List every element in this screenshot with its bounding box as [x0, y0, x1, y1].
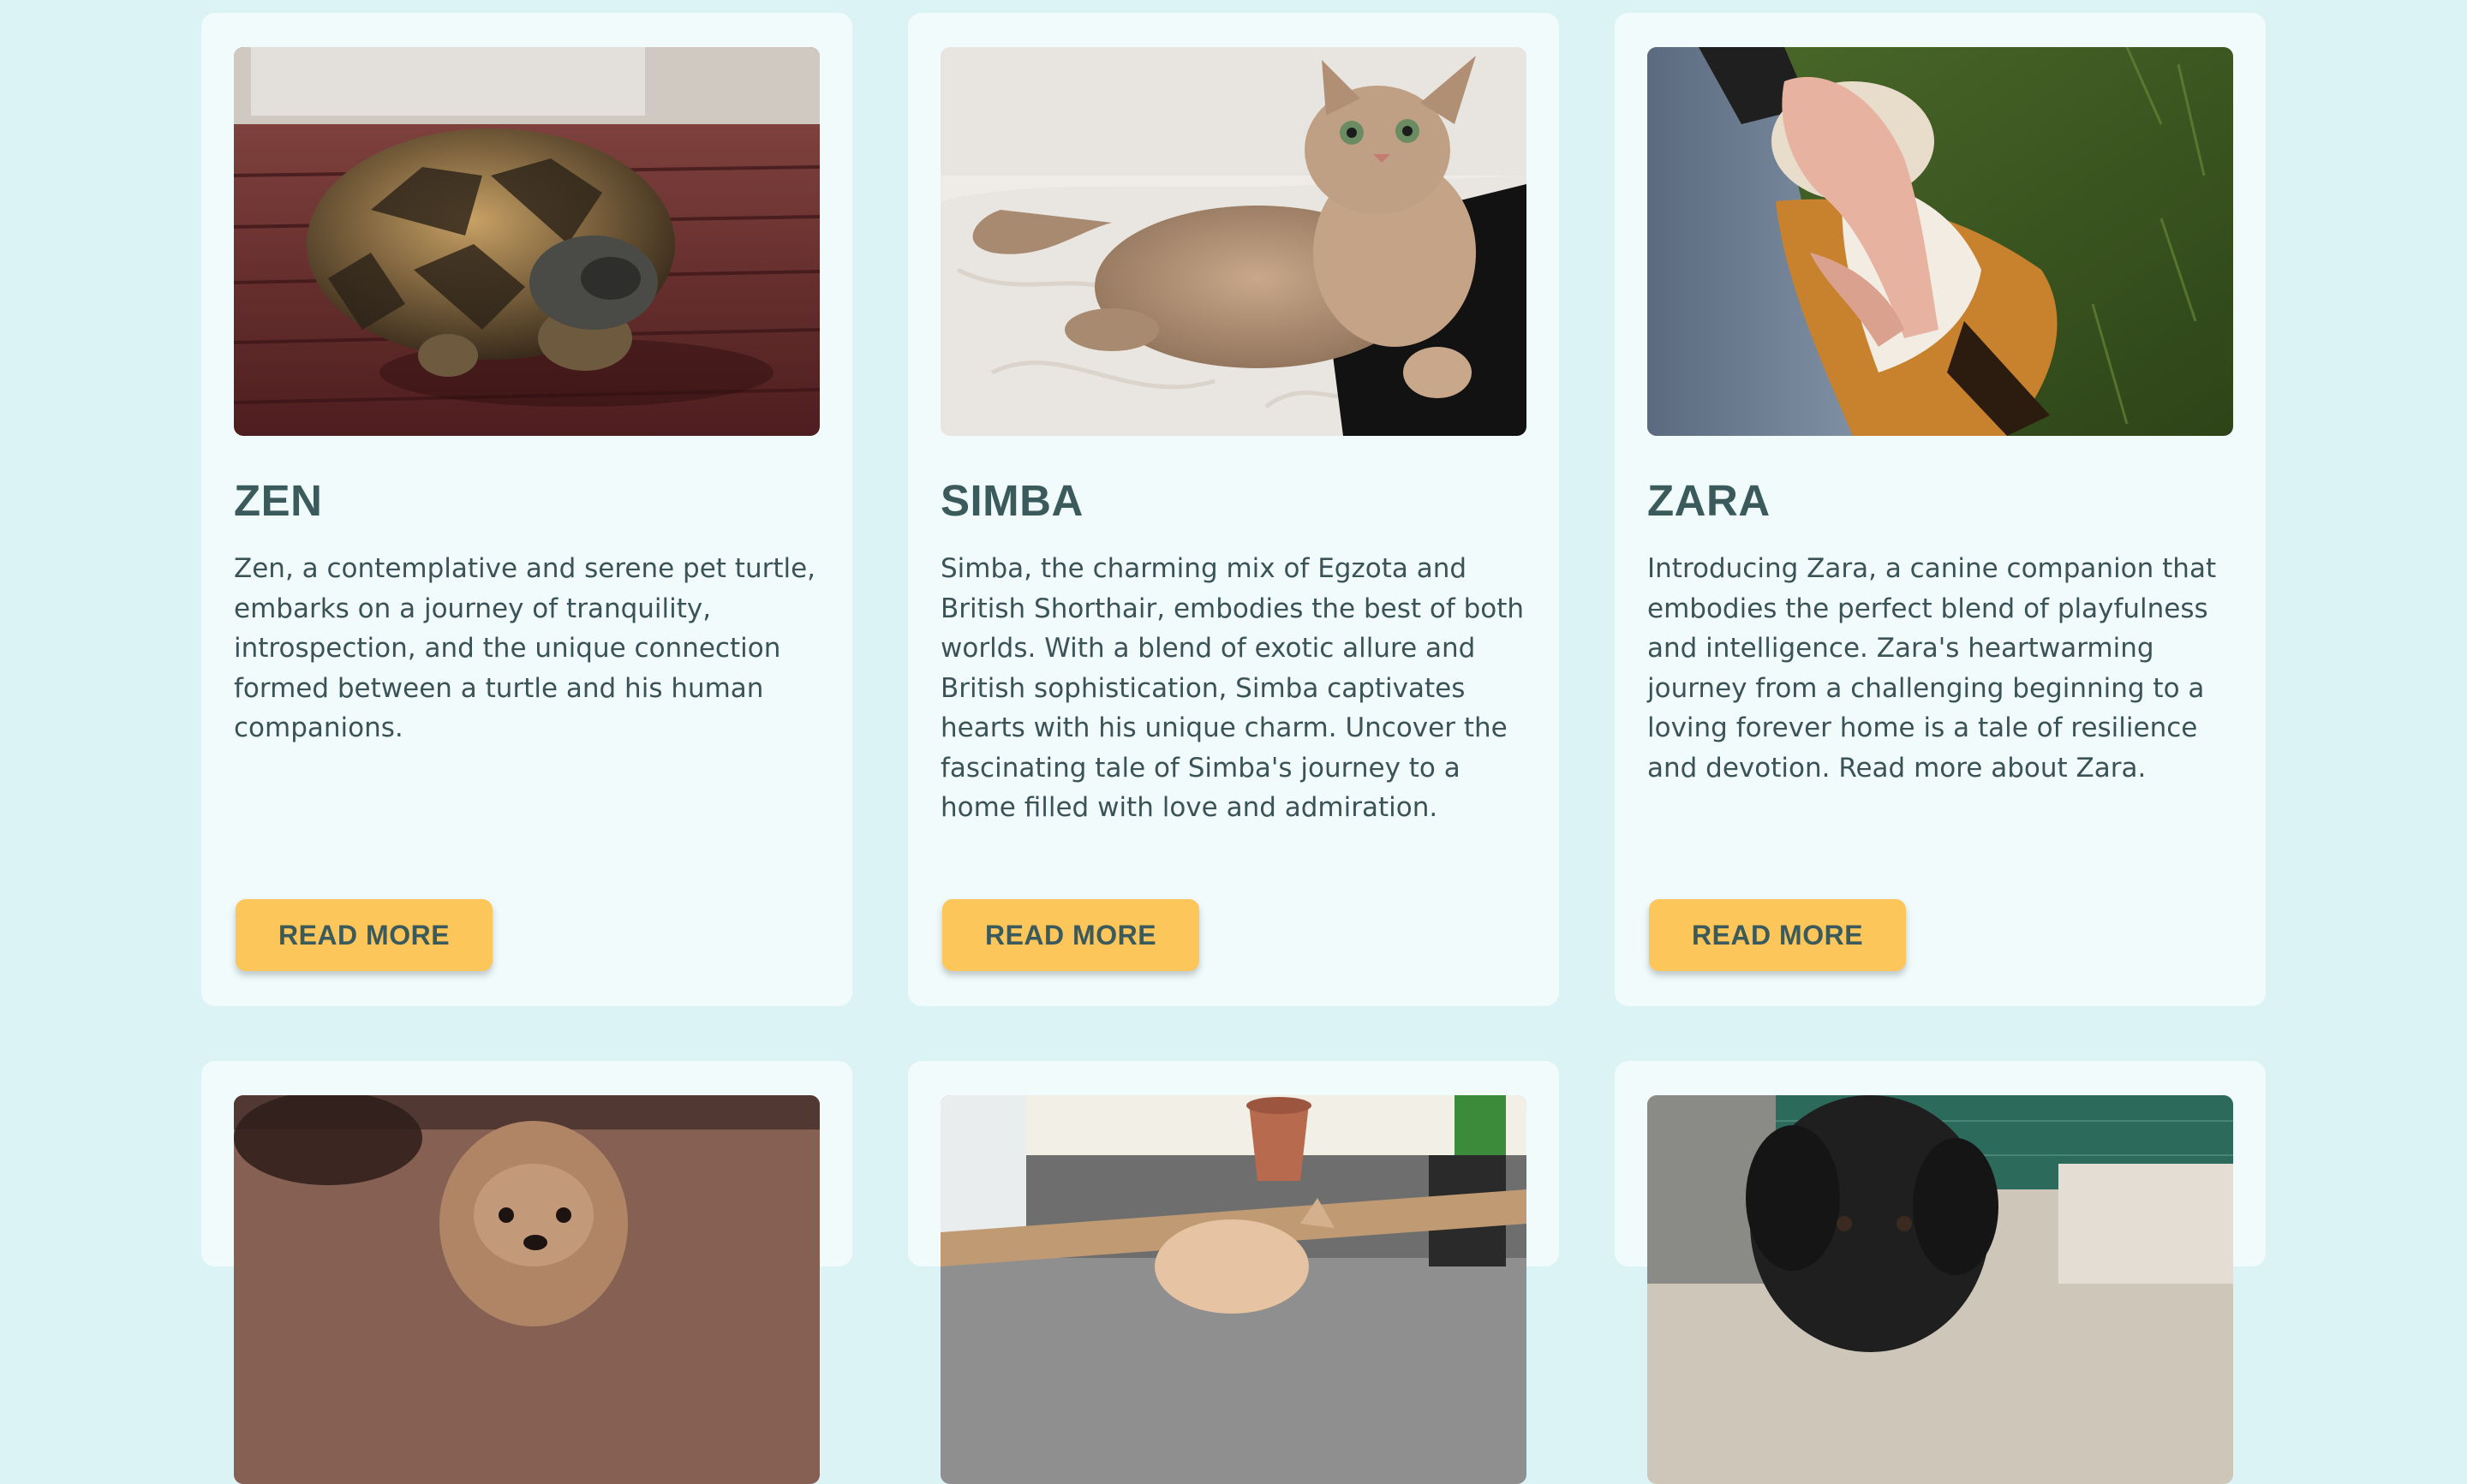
pet-photo-cat: [941, 47, 1526, 436]
pet-card-grid: ZEN Zen, a contemplative and serene pet …: [201, 13, 2266, 1484]
pet-photo-dog: [1647, 47, 2233, 436]
pet-card-zen: ZEN Zen, a contemplative and serene pet …: [201, 13, 852, 1006]
pet-card-simba: SIMBA Simba, the charming mix of Egzota …: [908, 13, 1559, 1006]
pet-description: Introducing Zara, a canine companion tha…: [1647, 553, 2217, 784]
read-more-button[interactable]: READ MORE: [942, 899, 1199, 971]
read-more-button[interactable]: READ MORE: [1649, 899, 1906, 971]
pet-card-partial: [201, 1061, 852, 1484]
pet-photo-fluffy-dog: [234, 1095, 820, 1484]
pet-photo-black-puppy: [1647, 1095, 2233, 1484]
pet-card-partial: [908, 1061, 1559, 1484]
pet-description: Simba, the charming mix of Egzota and Br…: [941, 553, 1525, 823]
read-more-button[interactable]: READ MORE: [236, 899, 493, 971]
pet-name: ZARA: [1647, 476, 1771, 525]
pet-card-zara: ZARA Introducing Zara, a canine companio…: [1615, 13, 2266, 1006]
pet-name: ZEN: [234, 476, 323, 525]
pet-photo-turtle: [234, 47, 820, 436]
pet-card-partial: [1615, 1061, 2266, 1484]
pet-description: Zen, a contemplative and serene pet turt…: [234, 553, 816, 743]
pet-name: SIMBA: [941, 476, 1084, 525]
pet-photo-cat-in-box: [941, 1095, 1526, 1484]
